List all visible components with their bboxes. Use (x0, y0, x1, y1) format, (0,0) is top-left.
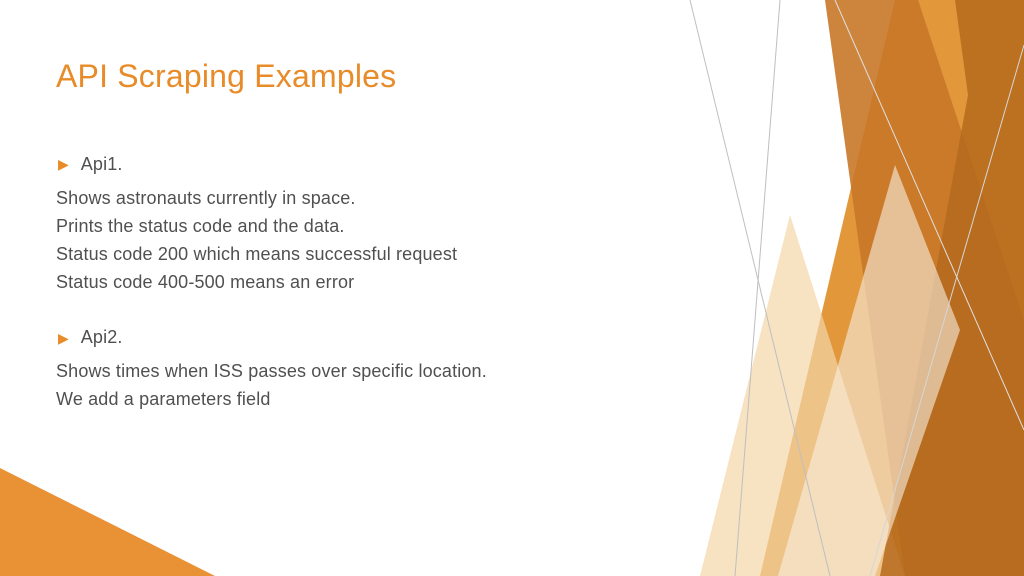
bullet-label: Api2. (81, 324, 123, 352)
bullet-item-api2: ▶ Api2. (56, 324, 968, 352)
bullet-arrow-icon: ▶ (58, 156, 69, 173)
body-line: Shows astronauts currently in space. (56, 185, 968, 213)
body-line: Status code 400-500 means an error (56, 269, 968, 297)
bullet-item-api1: ▶ Api1. (56, 151, 968, 179)
bullet-label: Api1. (81, 151, 123, 179)
slide-title: API Scraping Examples (56, 58, 968, 95)
body-line: Shows times when ISS passes over specifi… (56, 358, 968, 386)
body-line: Status code 200 which means successful r… (56, 241, 968, 269)
slide-content: API Scraping Examples ▶ Api1. Shows astr… (0, 0, 1024, 472)
bullet-arrow-icon: ▶ (58, 330, 69, 347)
body-line: Prints the status code and the data. (56, 213, 968, 241)
body-line: We add a parameters field (56, 386, 968, 414)
